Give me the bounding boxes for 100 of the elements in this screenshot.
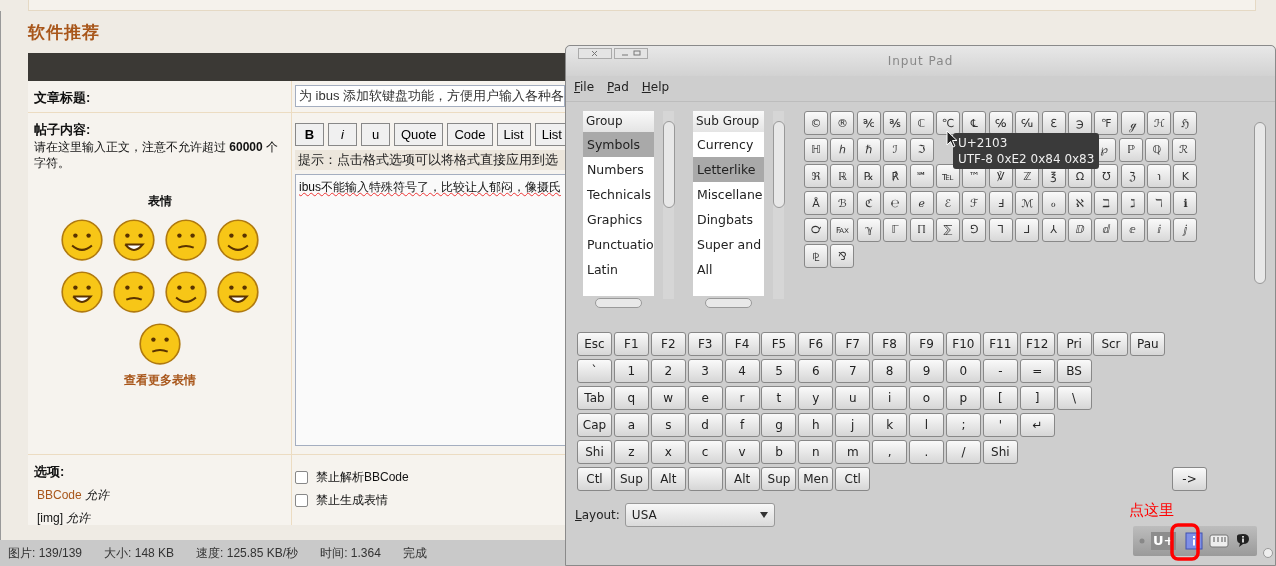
keyboard-key[interactable]: Scr <box>1093 332 1129 356</box>
format-button[interactable]: i <box>328 123 357 146</box>
keyboard-key[interactable]: F7 <box>835 332 871 356</box>
keyboard-key[interactable]: Shi <box>577 440 612 464</box>
keyboard-key[interactable]: 2 <box>650 359 686 383</box>
symbol-key[interactable]: ℇ <box>1041 111 1066 135</box>
list-item[interactable]: Dingbats <box>693 207 764 232</box>
message-textarea[interactable]: ibus不能输入特殊符号了，比较让人郁闷，像摄氏 <box>295 174 565 446</box>
symbol-key[interactable]: ℋ <box>1147 111 1172 135</box>
keyboard-key[interactable]: F11 <box>982 332 1018 356</box>
keyboard-key[interactable]: F5 <box>761 332 797 356</box>
symbol-key[interactable]: ℜ <box>804 164 828 189</box>
keyboard-key[interactable]: F9 <box>909 332 944 356</box>
smiley-icon[interactable] <box>59 270 104 314</box>
symbol-key[interactable]: ℻ <box>830 217 855 242</box>
keyboard-key[interactable]: Pau <box>1130 332 1166 356</box>
symbol-key[interactable]: ℺ <box>804 217 828 242</box>
keyboard-key[interactable]: ↵ <box>1019 413 1055 437</box>
list-item[interactable]: Graphics <box>583 207 654 232</box>
checkbox[interactable] <box>295 494 308 507</box>
keyboard-key[interactable]: g <box>761 413 797 437</box>
format-button[interactable]: u <box>361 123 390 146</box>
keyboard-key[interactable]: 0 <box>945 359 981 383</box>
keyboard-key[interactable]: Sup <box>613 467 649 491</box>
keyboard-key[interactable]: [ <box>982 386 1018 410</box>
symbol-key[interactable]: ℯ <box>909 191 934 216</box>
keyboard-key[interactable]: , <box>872 440 908 464</box>
keyboard-key[interactable]: w <box>650 386 686 410</box>
list-item[interactable]: Letterlike <box>693 157 764 182</box>
menu-item[interactable]: Pad <box>607 80 629 97</box>
keyboard-key[interactable]: l <box>909 413 944 437</box>
format-button[interactable]: Code <box>447 123 493 146</box>
keyboard-key[interactable]: Tab <box>577 386 612 410</box>
keyboard-key[interactable]: i <box>872 386 908 410</box>
symbol-key[interactable]: ⅀ <box>935 217 960 242</box>
keyboard-key[interactable]: F4 <box>724 332 760 356</box>
keyboard-key[interactable]: 4 <box>724 359 760 383</box>
scrollbar[interactable] <box>663 111 674 299</box>
keyboard-key[interactable]: z <box>613 440 649 464</box>
keyboard-key[interactable]: F8 <box>872 332 908 356</box>
symbol-key[interactable]: ℮ <box>883 191 908 216</box>
keyboard-key[interactable]: t <box>761 386 797 410</box>
symbol-key[interactable]: ℷ <box>1120 191 1145 216</box>
keyboard-key[interactable]: ` <box>577 359 612 383</box>
smiley-icon[interactable] <box>215 218 260 262</box>
keyboard-key[interactable]: u <box>835 386 871 410</box>
keyboard-key[interactable]: Alt <box>650 467 686 491</box>
keyboard-key[interactable]: 8 <box>872 359 908 383</box>
symbol-key[interactable]: ℂ <box>909 111 934 135</box>
format-button[interactable]: Quote <box>394 123 444 146</box>
symbol-key[interactable]: ℊ <box>1120 111 1145 135</box>
symbol-key[interactable]: ℵ <box>1067 191 1092 216</box>
symbol-key[interactable]: ℾ <box>883 217 908 242</box>
symbol-key[interactable]: ℭ <box>856 191 881 216</box>
symbol-key[interactable]: ℉ <box>1094 111 1119 135</box>
symbol-key[interactable]: ℴ <box>1041 191 1066 216</box>
symbol-key[interactable]: ⅈ <box>1147 217 1172 242</box>
keyboard-key[interactable]: Alt <box>724 467 760 491</box>
handle-icon[interactable] <box>1139 538 1145 544</box>
symbol-key[interactable]: ℙ <box>1118 137 1143 162</box>
symbol-key[interactable]: ℆ <box>1015 111 1040 135</box>
scrollbar[interactable] <box>773 111 784 299</box>
symbol-key[interactable]: ℑ <box>909 137 934 162</box>
keyboard-key[interactable]: a <box>613 413 649 437</box>
symbol-key[interactable]: ℚ <box>1145 137 1170 162</box>
layout-dropdown[interactable]: USA <box>624 503 775 527</box>
keyboard-key[interactable]: v <box>724 440 760 464</box>
symbol-key[interactable]: ℰ <box>935 191 960 216</box>
keyboard-key[interactable]: Sup <box>761 467 797 491</box>
keyboard-key[interactable]: s <box>650 413 686 437</box>
symbol-key[interactable]: ℁ <box>883 111 908 135</box>
list-item[interactable]: Miscellane <box>693 182 764 207</box>
symbol-key[interactable]: ℄ <box>962 111 987 135</box>
symbol-key[interactable]: Å <box>804 191 828 216</box>
space-key[interactable] <box>687 467 723 491</box>
symbol-key[interactable]: ℹ <box>1173 191 1198 216</box>
symbol-key[interactable]: ℟ <box>883 164 908 189</box>
keyboard-key[interactable]: F10 <box>945 332 981 356</box>
keyboard-key[interactable]: h <box>798 413 834 437</box>
keyboard-key[interactable]: Men <box>798 467 834 491</box>
format-button[interactable]: B <box>295 123 324 146</box>
symbol-key[interactable]: ⅆ <box>1094 217 1119 242</box>
keyboard-key[interactable]: d <box>687 413 723 437</box>
keyboard-key[interactable]: Shi <box>982 440 1018 464</box>
keyboard-key[interactable]: b <box>761 440 797 464</box>
keyboard-key[interactable]: F12 <box>1019 332 1055 356</box>
symbol-key[interactable]: ℐ <box>883 137 908 162</box>
list-item[interactable]: Latin <box>583 257 654 282</box>
symbol-key[interactable]: ℎ <box>830 137 855 162</box>
keyboard-key[interactable]: k <box>872 413 908 437</box>
keyboard-key[interactable]: 6 <box>798 359 834 383</box>
keyboard-key[interactable]: F2 <box>650 332 686 356</box>
keyboard-key[interactable]: j <box>835 413 871 437</box>
list-item[interactable]: Numbers <box>583 157 654 182</box>
keyboard-key[interactable]: p <box>945 386 981 410</box>
symbol-key[interactable]: ⅁ <box>962 217 987 242</box>
window-controls[interactable] <box>578 48 648 59</box>
resize-grip-icon[interactable] <box>1263 548 1273 558</box>
symbol-key[interactable]: ⅊ <box>804 244 828 269</box>
format-button[interactable]: List <box>496 123 531 146</box>
